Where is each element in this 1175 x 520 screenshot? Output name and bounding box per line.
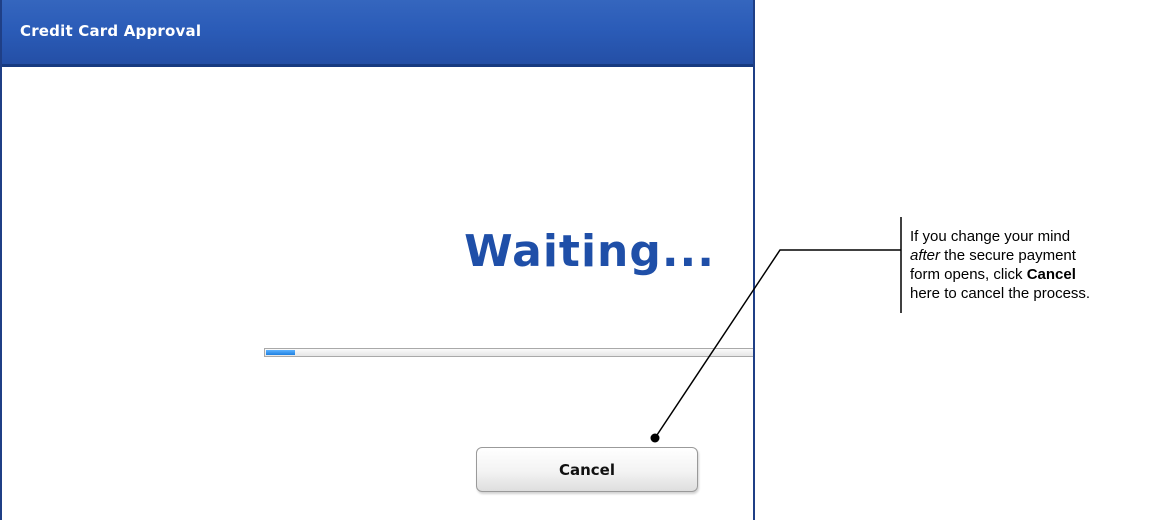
cancel-button[interactable]: Cancel: [476, 447, 698, 492]
waiting-status-text: Waiting...: [464, 226, 715, 277]
callout-annotation: If you change your mind after the secure…: [910, 227, 1172, 303]
title-bar: Credit Card Approval: [2, 0, 753, 67]
callout-line-3: form opens, click Cancel: [910, 265, 1172, 284]
callout-line-3-pre: form opens, click: [910, 266, 1027, 283]
dialog-title: Credit Card Approval: [20, 22, 202, 40]
callout-line-1: If you change your mind: [910, 228, 1071, 245]
callout-line-4: here to cancel the process.: [910, 285, 1091, 302]
callout-emphasis: after: [910, 247, 941, 264]
callout-bold-cancel: Cancel: [1026, 266, 1076, 283]
credit-card-approval-dialog: Credit Card Approval Waiting... Cancel: [0, 0, 755, 520]
screenshot-stage: Credit Card Approval Waiting... Cancel I…: [0, 0, 1175, 520]
progress-bar-fill: [266, 350, 295, 355]
callout-line-2-rest: the secure payment: [940, 247, 1076, 264]
progress-bar: [264, 348, 753, 357]
callout-line-2: after the secure payment: [910, 246, 1172, 265]
